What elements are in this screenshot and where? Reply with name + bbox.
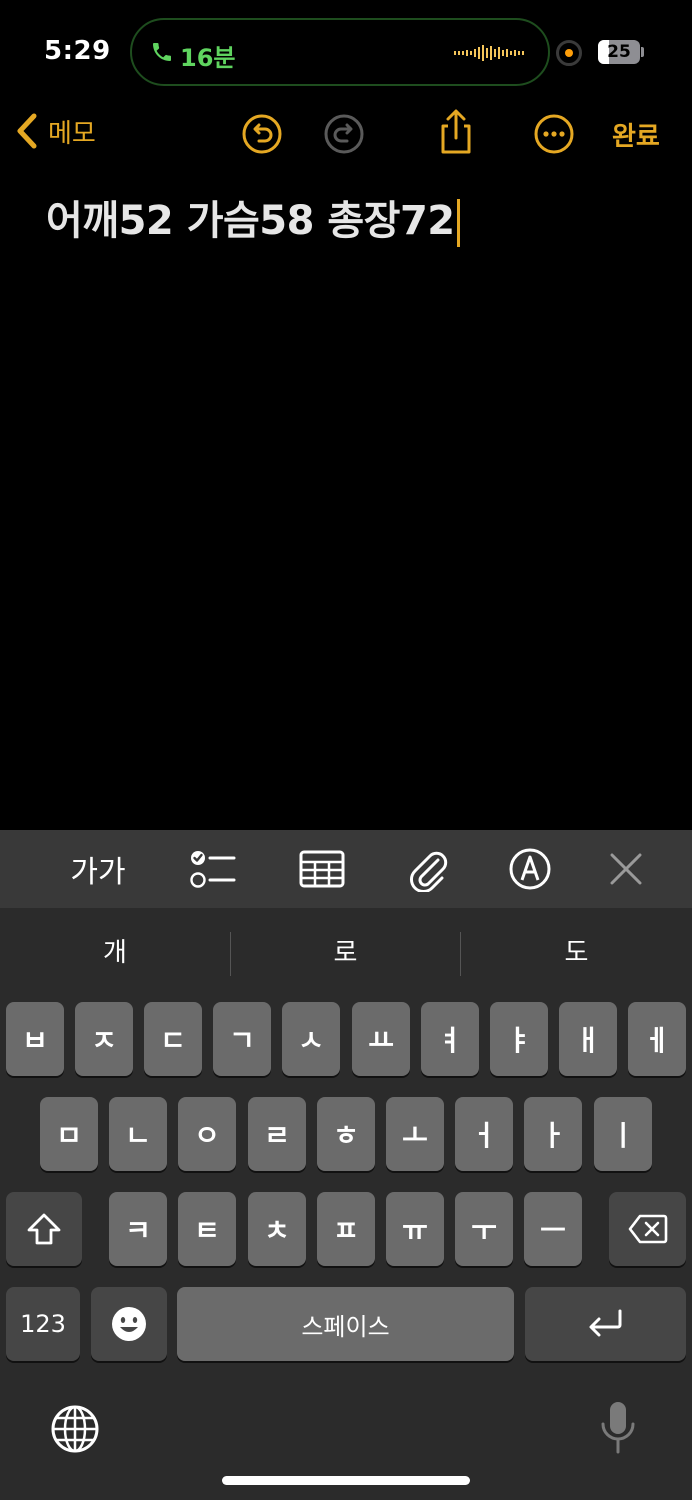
undo-icon[interactable] bbox=[240, 112, 284, 156]
key-row1[interactable]: ㅑ bbox=[490, 1002, 548, 1076]
space-key[interactable]: 스페이스 bbox=[177, 1287, 514, 1361]
done-button[interactable]: 완료 bbox=[612, 116, 660, 153]
key-row1[interactable]: ㅂ bbox=[6, 1002, 64, 1076]
table-icon bbox=[299, 850, 345, 888]
key-row1[interactable]: ㅈ bbox=[75, 1002, 133, 1076]
home-indicator[interactable] bbox=[222, 1476, 470, 1485]
suggestion-1[interactable]: 개 bbox=[0, 928, 230, 978]
return-icon bbox=[589, 1309, 621, 1337]
close-icon bbox=[610, 853, 642, 885]
checklist-button[interactable] bbox=[186, 844, 238, 894]
key-row2[interactable]: ㅏ bbox=[524, 1097, 582, 1171]
key-row1[interactable]: ㄱ bbox=[213, 1002, 271, 1076]
suggestion-2[interactable]: 로 bbox=[231, 928, 460, 978]
key-row1[interactable]: ㅅ bbox=[282, 1002, 340, 1076]
key-row2[interactable]: ㅇ bbox=[178, 1097, 236, 1171]
emoji-key[interactable] bbox=[91, 1287, 167, 1361]
key-row2[interactable]: ㅗ bbox=[386, 1097, 444, 1171]
shift-icon bbox=[27, 1213, 61, 1245]
attachment-button[interactable] bbox=[404, 844, 452, 894]
close-toolbar-button[interactable] bbox=[604, 844, 648, 894]
redo-icon[interactable] bbox=[322, 112, 366, 156]
markup-button[interactable] bbox=[506, 844, 554, 894]
numbers-key[interactable]: 123 bbox=[6, 1287, 80, 1361]
key-row3[interactable]: ㅠ bbox=[386, 1192, 444, 1266]
key-row1[interactable]: ㅛ bbox=[352, 1002, 410, 1076]
share-icon[interactable] bbox=[434, 108, 478, 156]
key-row3[interactable]: ㅌ bbox=[178, 1192, 236, 1266]
key-row2[interactable]: ㅓ bbox=[455, 1097, 513, 1171]
key-row3[interactable]: ㅊ bbox=[248, 1192, 306, 1266]
key-row1[interactable]: ㅐ bbox=[559, 1002, 617, 1076]
keyboard: 개 로 도 ㅂ ㅈ ㄷ ㄱ ㅅ ㅛ ㅕ ㅑ ㅐ ㅔ ㅁ ㄴ ㅇ ㄹ ㅎ ㅗ ㅓ … bbox=[0, 908, 692, 1500]
more-icon[interactable] bbox=[532, 112, 576, 156]
format-toolbar: 가가 bbox=[0, 830, 692, 908]
battery-tip bbox=[641, 47, 644, 57]
microphone-icon[interactable] bbox=[598, 1400, 638, 1456]
back-button[interactable]: 메모 bbox=[14, 112, 96, 150]
key-row1[interactable]: ㅕ bbox=[421, 1002, 479, 1076]
battery-icon: 25 bbox=[598, 40, 640, 64]
key-row2[interactable]: ㅣ bbox=[594, 1097, 652, 1171]
return-key[interactable] bbox=[525, 1287, 686, 1361]
paperclip-icon bbox=[410, 851, 448, 892]
dynamic-island-call[interactable]: 16분 bbox=[130, 18, 550, 86]
suggestion-3[interactable]: 도 bbox=[461, 928, 692, 978]
back-label: 메모 bbox=[48, 118, 96, 149]
note-body[interactable]: 어깨52 가슴58 총장72 bbox=[46, 188, 460, 247]
text-format-label: 가가 bbox=[70, 855, 126, 890]
text-cursor bbox=[456, 199, 460, 247]
audio-waveform-icon bbox=[454, 45, 524, 61]
shift-key[interactable] bbox=[6, 1192, 82, 1266]
key-row2[interactable]: ㄴ bbox=[109, 1097, 167, 1171]
phone-icon bbox=[153, 43, 171, 61]
delete-key[interactable] bbox=[609, 1192, 686, 1266]
battery-level: 25 bbox=[607, 42, 631, 62]
space-key-label: 스페이스 bbox=[301, 1312, 390, 1341]
key-row3[interactable]: ㅡ bbox=[524, 1192, 582, 1266]
key-row1[interactable]: ㄷ bbox=[144, 1002, 202, 1076]
key-row2[interactable]: ㅎ bbox=[317, 1097, 375, 1171]
text-format-button[interactable]: 가가 bbox=[66, 844, 130, 894]
backspace-icon bbox=[628, 1214, 667, 1244]
key-row3[interactable]: ㅋ bbox=[109, 1192, 167, 1266]
key-row1[interactable]: ㅔ bbox=[628, 1002, 686, 1076]
numbers-key-label: 123 bbox=[20, 1310, 66, 1338]
note-text[interactable]: 어깨52 가슴58 총장72 bbox=[46, 198, 455, 244]
key-row2[interactable]: ㅁ bbox=[40, 1097, 98, 1171]
status-time: 5:29 bbox=[44, 36, 111, 66]
call-duration: 16분 bbox=[180, 44, 236, 72]
key-row2[interactable]: ㄹ bbox=[248, 1097, 306, 1171]
globe-icon[interactable] bbox=[50, 1404, 100, 1454]
emoji-icon bbox=[112, 1307, 146, 1341]
recording-indicator-icon bbox=[556, 40, 582, 66]
key-row3[interactable]: ㅍ bbox=[317, 1192, 375, 1266]
chevron-left-icon bbox=[17, 113, 37, 149]
checklist-icon bbox=[190, 851, 236, 888]
table-button[interactable] bbox=[296, 844, 348, 894]
pen-markup-icon bbox=[509, 848, 551, 890]
key-row3[interactable]: ㅜ bbox=[455, 1192, 513, 1266]
